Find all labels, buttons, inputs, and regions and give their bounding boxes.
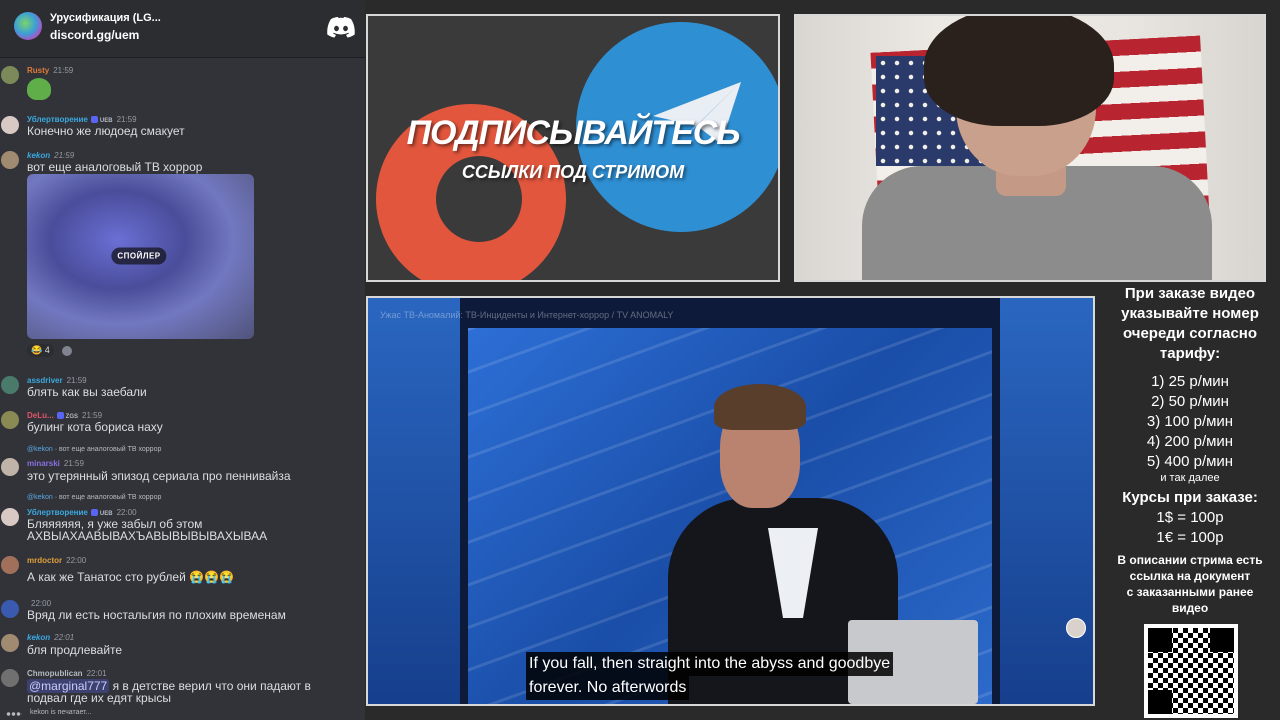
message-username[interactable]: kekon 22:01 xyxy=(27,633,74,642)
video-player[interactable]: Ужас ТВ-Аномалий: ТВ-Инциденты и Интерне… xyxy=(366,296,1095,706)
qr-code xyxy=(1144,624,1238,718)
tariff-item: 1) 25 р/мин xyxy=(1151,373,1229,390)
server-icon[interactable] xyxy=(14,12,42,40)
video-title-watermark: Ужас ТВ-Аномалий: ТВ-Инциденты и Интерне… xyxy=(380,310,674,320)
message-text: бля продлевайте xyxy=(27,643,123,657)
reply-preview[interactable]: @kekon · вот еще аналоговый ТВ хоррор xyxy=(27,446,161,453)
chat-header: Урусификация (LG... discord.gg/uem xyxy=(0,0,365,58)
message-text: Конечно же людоед смакует xyxy=(27,124,185,138)
message-text: подвал где их едят крысы xyxy=(27,691,171,705)
pricing-header-line: очереди согласно xyxy=(1122,325,1258,342)
add-reaction-icon[interactable] xyxy=(61,345,72,356)
tariff-item: 3) 100 р/мин xyxy=(1146,413,1234,430)
message-text: Вряд ли есть ностальгия по плохим времен… xyxy=(27,608,286,622)
message-username[interactable]: kekon 21:59 xyxy=(27,151,74,160)
webcam-feed xyxy=(794,14,1266,282)
streamer-hair xyxy=(924,16,1114,126)
avatar[interactable] xyxy=(1,116,19,134)
tariff-item: 2) 50 р/мин xyxy=(1151,393,1229,410)
rates-title: Курсы при заказе: xyxy=(1122,489,1258,506)
message-username[interactable]: DeLu... ZGS 21:59 xyxy=(27,411,102,420)
pricing-header: При заказе видео указывайте номер очеред… xyxy=(1100,284,1280,364)
message-text: АХВЫАХААВЫВАХЪАВЫВЫВЫВАХЫВАА xyxy=(27,529,268,543)
message-text: булинг кота бориса наху xyxy=(27,420,163,434)
typing-indicator: kekon is печатает... xyxy=(30,709,92,716)
message-username[interactable]: assdriver 21:59 xyxy=(27,376,87,385)
message-text: блять как вы заебали xyxy=(27,385,147,399)
tariff-item: 5) 400 р/мин xyxy=(1146,453,1234,470)
avatar[interactable] xyxy=(1,508,19,526)
video-blur-right xyxy=(998,298,1093,704)
tariff-item: 4) 200 р/мин xyxy=(1146,433,1234,450)
pricing-header-line: тарифу: xyxy=(1159,345,1221,362)
channel-avatar[interactable] xyxy=(1066,618,1086,638)
message-timestamp: 21:59 xyxy=(53,66,74,75)
description-note: В описании стрима есть ссылка на докумен… xyxy=(1100,552,1280,616)
pricing-panel: При заказе видео указывайте номер очеред… xyxy=(1100,284,1280,720)
reaction-pill[interactable]: 😂 4 xyxy=(27,344,54,357)
rate-item: 1€ = 100р xyxy=(1156,529,1224,546)
discord-chat-panel: Урусификация (LG... discord.gg/uem Rusty… xyxy=(0,0,365,720)
server-name: Урусификация (LG... xyxy=(50,12,161,24)
spoiler-image[interactable]: СПОЙЛЕР xyxy=(27,174,254,339)
video-frame xyxy=(460,298,1000,704)
avatar[interactable] xyxy=(1,66,19,84)
note-line: ссылка на документ xyxy=(1129,569,1251,583)
avatar[interactable] xyxy=(1,411,19,429)
message-text: это утерянный эпизод сериала про пеннива… xyxy=(27,469,291,483)
avatar[interactable] xyxy=(1,600,19,618)
frog-emoji-sticker xyxy=(27,78,51,100)
message-username[interactable]: minarski 21:59 xyxy=(27,459,84,468)
message-username[interactable]: mrdoctor 22:00 xyxy=(27,556,86,565)
subscribe-banner: ПОДПИСЫВАЙТЕСЬ ССЫЛКИ ПОД СТРИМОМ xyxy=(366,14,780,282)
tv-studio-scene xyxy=(468,328,992,704)
video-subtitles: If you fall, then straight into the abys… xyxy=(526,652,894,700)
subtitle-line: If you fall, then straight into the abys… xyxy=(526,652,894,676)
note-line: В описании стрима есть xyxy=(1117,553,1263,567)
discord-logo-icon xyxy=(327,17,355,38)
exchange-rates: Курсы при заказе: 1$ = 100р 1€ = 100р xyxy=(1100,488,1280,548)
message-username[interactable]: Ублертворение UEB 21:59 xyxy=(27,115,137,124)
user-badge xyxy=(90,509,98,517)
message-username[interactable]: 22:00 xyxy=(27,599,51,608)
message-text: А как же Танатос сто рублей 😭😭😭 xyxy=(27,570,234,584)
subtitle-line: forever. No afterwords xyxy=(526,676,690,700)
pricing-header-line: При заказе видео xyxy=(1124,285,1256,302)
rate-item: 1$ = 100р xyxy=(1156,509,1224,526)
server-invite-link[interactable]: discord.gg/uem xyxy=(50,28,139,42)
message-username[interactable]: Ублертворение UEB 22:00 xyxy=(27,508,137,517)
message-username[interactable]: Chmopublican 22:01 xyxy=(27,669,107,678)
user-badge xyxy=(56,412,64,420)
message-text: вот еще аналоговый ТВ хоррор xyxy=(27,160,203,174)
note-line: видео xyxy=(1171,601,1209,615)
tariff-etc: и так далее xyxy=(1160,472,1220,484)
video-blur-left xyxy=(368,298,463,704)
message-username[interactable]: Rusty 21:59 xyxy=(27,66,73,75)
note-line: с заказанными ранее xyxy=(1126,585,1254,599)
reply-preview[interactable]: @kekon · вот еще аналоговый ТВ хоррор xyxy=(27,494,161,501)
promo-subtitle: ССЫЛКИ ПОД СТРИМОМ xyxy=(461,162,685,182)
user-badge xyxy=(90,116,98,124)
reaction-bar: 😂 4 xyxy=(27,344,72,357)
avatar[interactable] xyxy=(1,669,19,687)
host-hair xyxy=(714,384,806,430)
avatar[interactable] xyxy=(1,634,19,652)
avatar[interactable] xyxy=(1,556,19,574)
promo-title: ПОДПИСЫВАЙТЕСЬ xyxy=(406,114,741,152)
typing-indicator-icon xyxy=(6,712,22,716)
pricing-header-line: указывайте номер xyxy=(1121,305,1259,322)
spoiler-label: СПОЙЛЕР xyxy=(111,247,167,265)
qr-code-pattern xyxy=(1148,628,1234,714)
tariff-list: 1) 25 р/мин 2) 50 р/мин 3) 100 р/мин 4) … xyxy=(1100,372,1280,472)
avatar[interactable] xyxy=(1,458,19,476)
avatar[interactable] xyxy=(1,376,19,394)
avatar[interactable] xyxy=(1,151,19,169)
